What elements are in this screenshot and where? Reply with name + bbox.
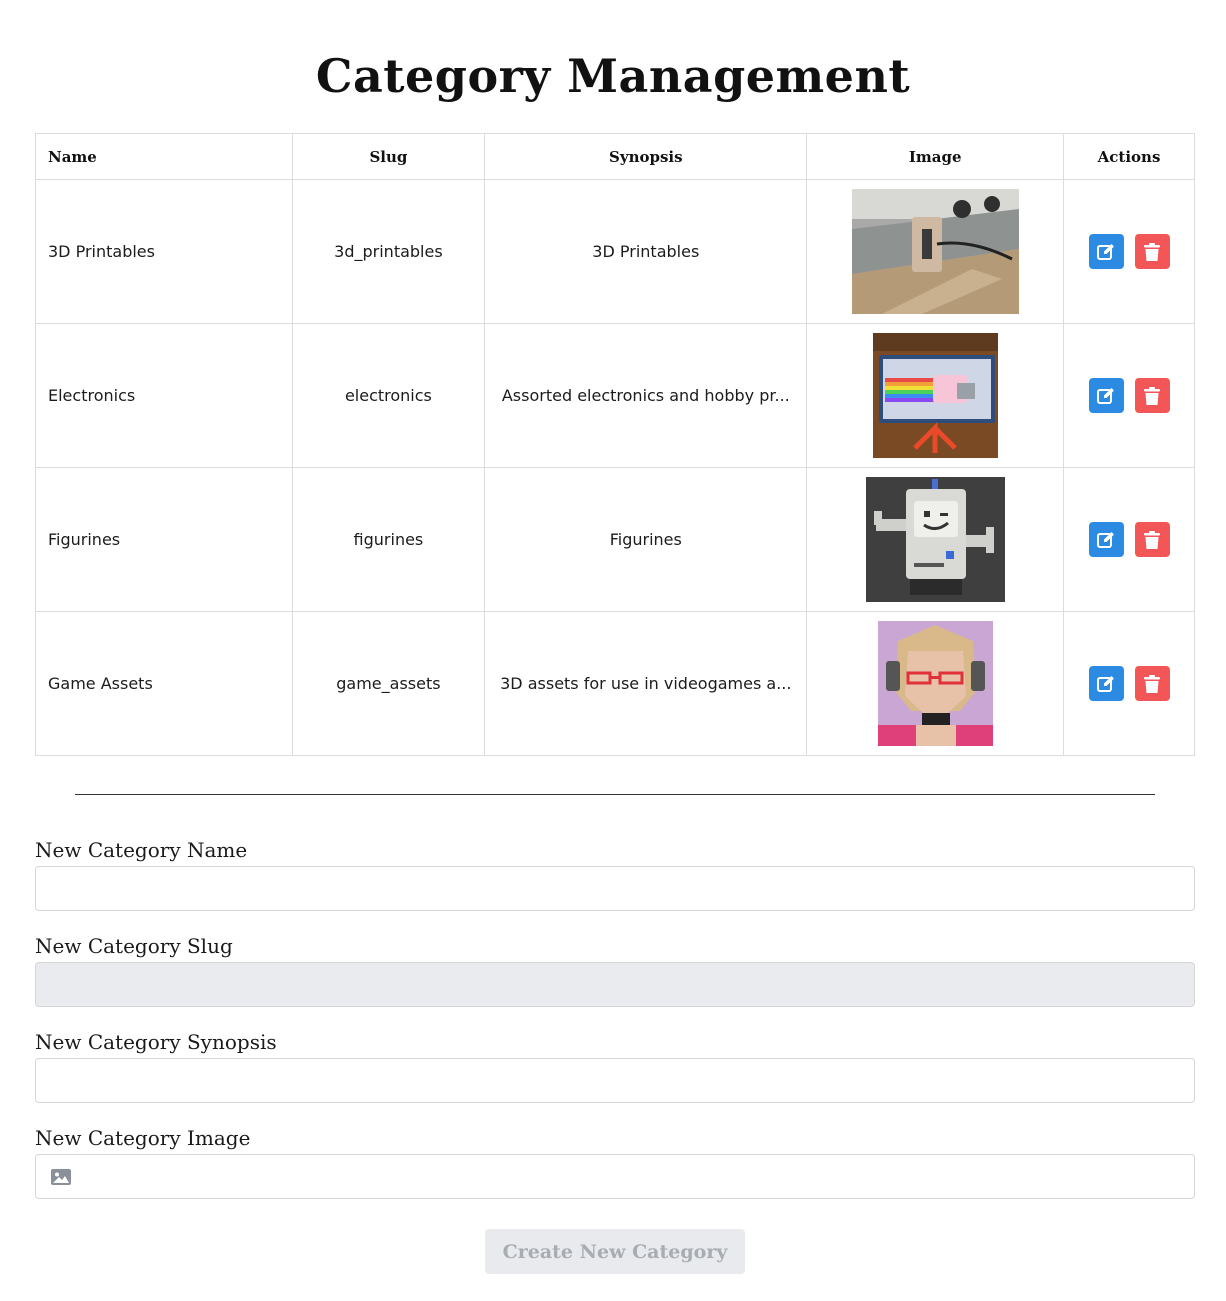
create-category-button[interactable]: Create New Category — [485, 1229, 745, 1274]
cell-name: Electronics — [35, 323, 293, 468]
category-thumbnail — [865, 477, 1005, 602]
category-synopsis-input[interactable] — [35, 1058, 1195, 1103]
table-row: Electronics electronics Assorted electro… — [35, 323, 1195, 468]
column-header-name: Name — [35, 133, 293, 180]
category-thumbnail — [872, 333, 998, 458]
name-field-label: New Category Name — [35, 838, 248, 862]
page-title: Category Management — [315, 48, 911, 103]
category-thumbnail — [851, 189, 1019, 314]
edit-button[interactable] — [1088, 378, 1124, 413]
cell-image — [806, 323, 1065, 468]
cell-slug: game_assets — [291, 611, 486, 756]
column-header-synopsis: Synopsis — [484, 133, 808, 180]
image-field-label: New Category Image — [35, 1126, 251, 1150]
column-header-actions: Actions — [1063, 133, 1195, 180]
cell-name: Game Assets — [35, 611, 293, 756]
cell-synopsis: 3D assets for use in videogames a... — [484, 611, 808, 756]
column-header-slug: Slug — [291, 133, 486, 180]
cell-name: Figurines — [35, 467, 293, 612]
cell-actions — [1063, 179, 1195, 324]
section-divider — [75, 794, 1155, 795]
cell-synopsis: Figurines — [484, 467, 808, 612]
table-row: 3D Printables 3d_printables 3D Printable… — [35, 179, 1195, 324]
edit-icon — [1097, 387, 1115, 404]
cell-actions — [1063, 467, 1195, 612]
trash-icon — [1144, 674, 1161, 693]
cell-image — [806, 467, 1065, 612]
category-slug-input — [35, 962, 1195, 1007]
edit-icon — [1097, 675, 1115, 692]
cell-actions — [1063, 611, 1195, 756]
cell-image — [806, 611, 1065, 756]
cell-image — [806, 179, 1065, 324]
category-image-picker[interactable] — [35, 1154, 1195, 1199]
delete-button[interactable] — [1134, 522, 1170, 557]
category-name-input[interactable] — [35, 866, 1195, 911]
cell-name: 3D Printables — [35, 179, 293, 324]
edit-button[interactable] — [1088, 522, 1124, 557]
edit-button[interactable] — [1088, 666, 1124, 701]
trash-icon — [1144, 386, 1161, 405]
table-header-row: Name Slug Synopsis Image Actions — [35, 133, 1195, 180]
cell-slug: 3d_printables — [291, 179, 486, 324]
column-header-image: Image — [806, 133, 1065, 180]
trash-icon — [1144, 242, 1161, 261]
slug-field-label: New Category Slug — [35, 934, 233, 958]
edit-button[interactable] — [1088, 234, 1124, 269]
cell-synopsis: 3D Printables — [484, 179, 808, 324]
category-thumbnail — [877, 621, 993, 746]
table-row: Figurines figurines Figurines — [35, 467, 1195, 612]
delete-button[interactable] — [1134, 666, 1170, 701]
edit-icon — [1097, 531, 1115, 548]
cell-actions — [1063, 323, 1195, 468]
cell-slug: figurines — [291, 467, 486, 612]
trash-icon — [1144, 530, 1161, 549]
edit-icon — [1097, 243, 1115, 260]
synopsis-field-label: New Category Synopsis — [35, 1030, 277, 1054]
image-icon — [51, 1168, 71, 1185]
cell-slug: electronics — [291, 323, 486, 468]
delete-button[interactable] — [1134, 234, 1170, 269]
cell-synopsis: Assorted electronics and hobby pr... — [484, 323, 808, 468]
category-table: Name Slug Synopsis Image Actions 3D Prin… — [35, 133, 1195, 756]
table-row: Game Assets game_assets 3D assets for us… — [35, 611, 1195, 756]
delete-button[interactable] — [1134, 378, 1170, 413]
